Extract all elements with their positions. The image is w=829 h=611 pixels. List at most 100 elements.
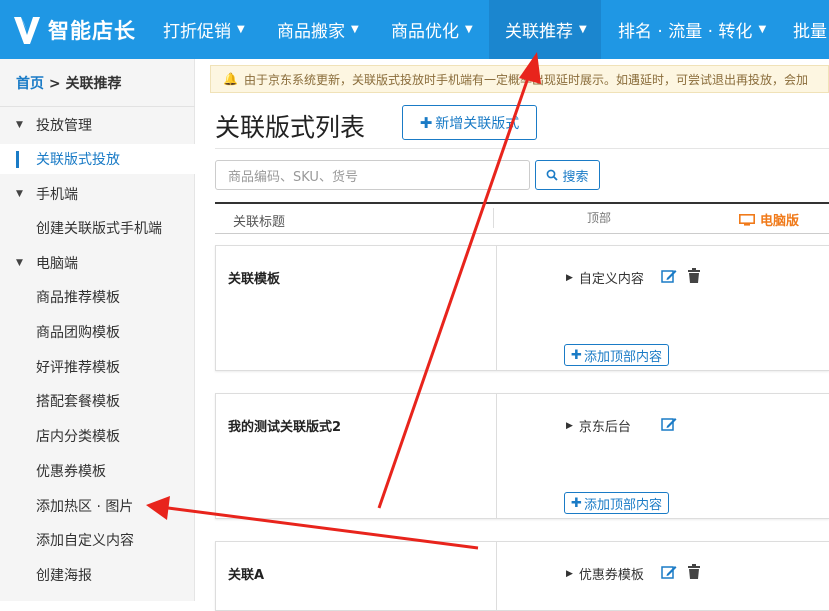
nav-discount-promo[interactable]: 打折促销 ▼	[147, 0, 261, 59]
sidebar-item-poster[interactable]: 创建海报	[0, 560, 195, 590]
edit-icon[interactable]	[661, 564, 677, 580]
sidebar-item-bundle[interactable]: 搭配套餐模板	[0, 386, 195, 416]
nav-related-recommend[interactable]: 关联推荐 ▼	[489, 0, 601, 59]
breadcrumb-separator: >	[48, 76, 61, 92]
caret-down-icon: ▼	[237, 24, 245, 35]
sidebar-group-label: 电脑端	[36, 256, 78, 272]
trash-icon[interactable]	[687, 268, 701, 284]
nav-rank-traffic-conversion[interactable]: 排名 · 流量 · 转化 ▼	[602, 0, 782, 59]
column-divider	[496, 246, 497, 370]
top-content-item[interactable]: ▶ 优惠券模板	[566, 564, 644, 583]
sidebar-item-label: 创建关联版式手机端	[36, 221, 162, 237]
sidebar-item-label: 搭配套餐模板	[36, 394, 120, 410]
sidebar-item-review-recommend[interactable]: 好评推荐模板	[0, 352, 195, 382]
sidebar-item-label: 好评推荐模板	[36, 360, 120, 376]
add-top-content-label: 添加顶部内容	[583, 497, 662, 513]
pc-version-label: 电脑版	[760, 214, 800, 229]
search-button-label: 搜索	[562, 169, 589, 185]
caret-down-icon: ▼	[465, 24, 473, 35]
breadcrumb: 首页 > 关联推荐	[16, 73, 121, 93]
sidebar-item-product-recommend[interactable]: 商品推荐模板	[0, 282, 195, 312]
caret-down-icon: ▼	[579, 24, 587, 35]
sidebar-item-label: 关联版式投放	[36, 152, 120, 168]
sidebar-item-label: 商品推荐模板	[36, 290, 120, 306]
monitor-icon	[739, 213, 755, 226]
sidebar-item-label: 添加热区 · 图片	[36, 499, 134, 515]
edit-icon[interactable]	[661, 416, 677, 432]
nav-batch[interactable]: 批量	[777, 0, 827, 59]
plus-icon: ✚	[419, 113, 433, 132]
sidebar-item-label: 优惠券模板	[36, 464, 106, 480]
sidebar-item-store-category[interactable]: 店内分类模板	[0, 421, 195, 451]
sidebar-item-label: 创建海报	[36, 568, 92, 584]
triangle-down-icon: ▼	[16, 189, 23, 199]
brand[interactable]: 智能店长	[12, 0, 136, 59]
add-top-content-button[interactable]: ✚ 添加顶部内容	[564, 492, 669, 514]
brand-name: 智能店长	[48, 18, 136, 43]
breadcrumb-current: 关联推荐	[65, 76, 122, 92]
nav-label: 商品搬家	[277, 22, 345, 42]
column-divider	[493, 208, 494, 228]
sidebar-item-coupon[interactable]: 优惠券模板	[0, 456, 195, 486]
sidebar-item-layout-placement[interactable]: 关联版式投放	[0, 144, 195, 174]
sidebar-group-pc[interactable]: ▼ 电脑端	[0, 248, 195, 278]
sidebar-item-custom-content[interactable]: 添加自定义内容	[0, 525, 195, 555]
sidebar-item-hotspot-image[interactable]: 添加热区 · 图片	[0, 491, 195, 521]
sidebar-item-create-mobile[interactable]: 创建关联版式手机端	[0, 213, 195, 243]
content-label: 京东后台	[578, 420, 631, 435]
page-title: 关联版式列表	[215, 113, 366, 142]
search-icon	[547, 169, 559, 181]
active-indicator	[16, 151, 19, 168]
breadcrumb-home[interactable]: 首页	[16, 76, 44, 92]
nav-product-move[interactable]: 商品搬家 ▼	[261, 0, 375, 59]
sidebar-group-label: 投放管理	[36, 118, 92, 134]
column-divider	[496, 394, 497, 518]
nav-product-optimize[interactable]: 商品优化 ▼	[375, 0, 489, 59]
plus-icon: ✚	[571, 347, 582, 363]
sidebar-group-mobile[interactable]: ▼ 手机端	[0, 179, 195, 209]
nav-label: 商品优化	[391, 22, 459, 42]
triangle-down-icon: ▼	[16, 120, 23, 130]
add-layout-button[interactable]: ✚ 新增关联版式	[402, 105, 537, 140]
sidebar-group-label: 手机端	[36, 187, 78, 203]
top-nav-bar: 智能店长 打折促销 ▼ 商品搬家 ▼ 商品优化 ▼ 关联推荐 ▼ 排名 · 流量 · 转…	[0, 0, 829, 59]
content-label: 自定义内容	[578, 272, 644, 287]
search-placeholder: 商品编码、SKU、货号	[228, 169, 358, 185]
bell-icon: 🔔	[223, 72, 238, 86]
table-row: 关联模板 ▶ 自定义内容 ✚ 添加顶部内容	[215, 245, 829, 371]
plus-icon: ✚	[571, 495, 582, 511]
search-input[interactable]: 商品编码、SKU、货号	[215, 160, 530, 190]
row-title: 关联模板	[228, 272, 281, 287]
divider	[215, 148, 829, 149]
edit-icon[interactable]	[661, 268, 677, 284]
triangle-right-icon: ▶	[566, 272, 573, 283]
table-row: 我的测试关联版式2 ▶ 京东后台 ✚ 添加顶部内容	[215, 393, 829, 519]
caret-down-icon: ▼	[758, 24, 767, 35]
content-label: 优惠券模板	[578, 568, 644, 583]
top-content-item[interactable]: ▶ 京东后台	[566, 416, 631, 435]
column-header-title: 关联标题	[233, 215, 286, 230]
notice-text: 由于京东系统更新，关联版式投放时手机端有一定概率出现延时展示。如遇延时，可尝试退…	[243, 72, 808, 87]
triangle-right-icon: ▶	[566, 420, 573, 431]
caret-down-icon: ▼	[351, 24, 359, 35]
table-header: 关联标题 顶部 电脑版	[215, 202, 829, 234]
trash-icon[interactable]	[687, 564, 701, 580]
sidebar-item-group-buy[interactable]: 商品团购模板	[0, 317, 195, 347]
nav-label: 批量	[793, 22, 827, 42]
column-divider	[496, 542, 497, 610]
add-top-content-label: 添加顶部内容	[583, 349, 662, 365]
tab-pc-version[interactable]: 电脑版	[739, 210, 799, 229]
divider	[0, 106, 195, 107]
add-layout-label: 新增关联版式	[435, 115, 520, 132]
sidebar-item-label: 商品团购模板	[36, 325, 120, 341]
nav-label: 关联推荐	[505, 22, 573, 42]
search-button[interactable]: 搜索	[535, 160, 600, 190]
sidebar-group-placement[interactable]: ▼ 投放管理	[0, 110, 195, 140]
nav-label: 排名 · 流量 · 转化	[618, 22, 753, 42]
notice-banner: 🔔 由于京东系统更新，关联版式投放时手机端有一定概率出现延时展示。如遇延时，可尝…	[210, 65, 829, 93]
triangle-right-icon: ▶	[566, 568, 573, 579]
logo-icon	[14, 16, 40, 44]
top-content-item[interactable]: ▶ 自定义内容	[566, 268, 644, 287]
add-top-content-button[interactable]: ✚ 添加顶部内容	[564, 344, 669, 366]
sidebar-item-label: 添加自定义内容	[36, 533, 134, 549]
